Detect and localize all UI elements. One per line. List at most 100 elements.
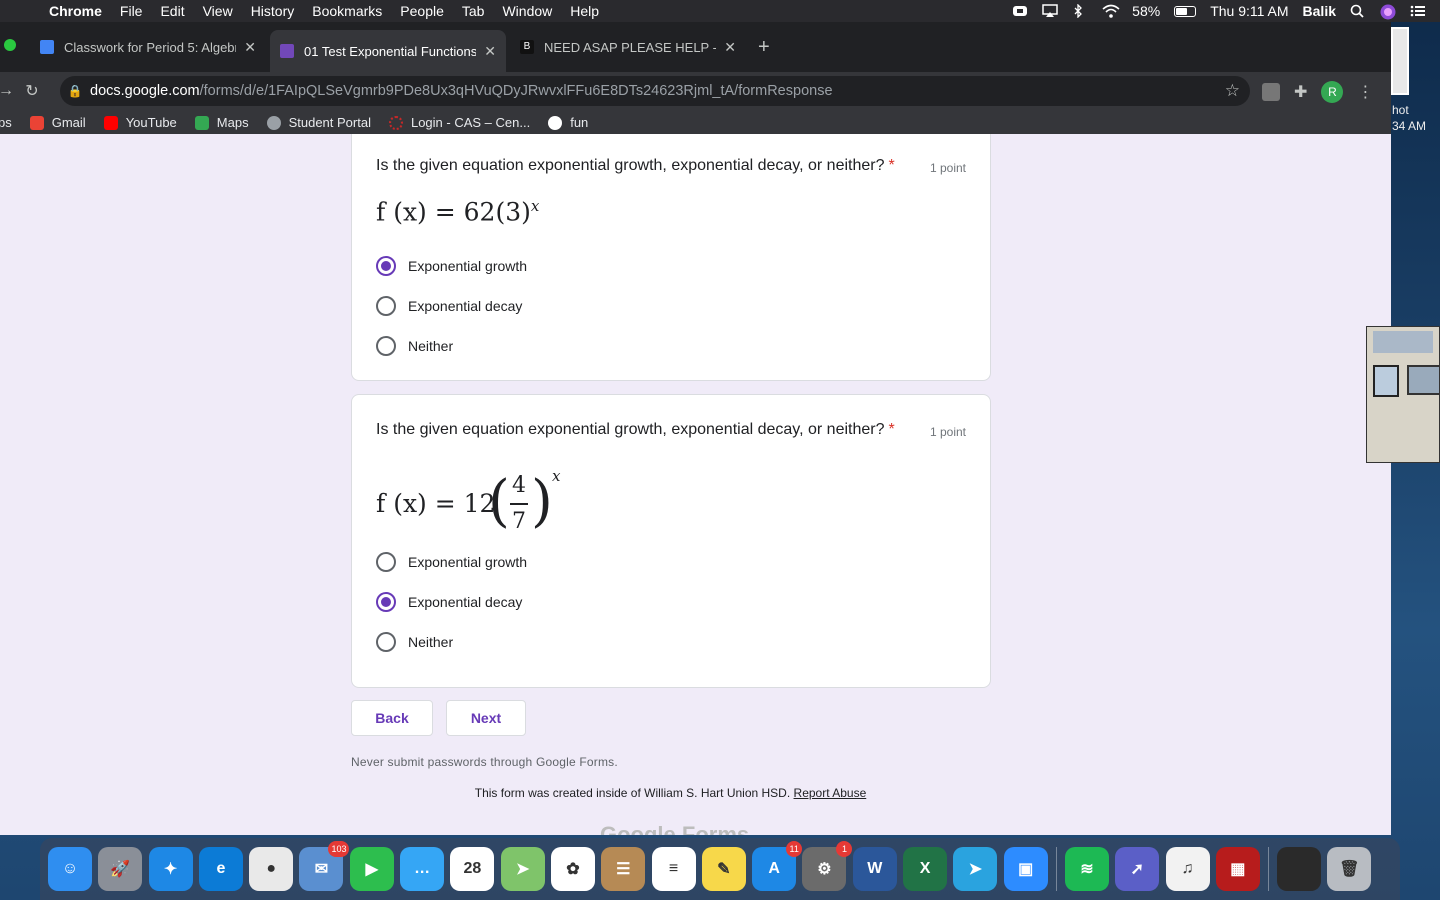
menu-file[interactable]: File xyxy=(111,3,152,19)
bookmark-youtube[interactable]: YouTube xyxy=(103,115,177,130)
dock-finder-icon[interactable]: ☺ xyxy=(48,847,92,891)
finder-glyph: ☺ xyxy=(61,860,79,877)
menu-people[interactable]: People xyxy=(391,3,453,19)
menu-window[interactable]: Window xyxy=(493,3,561,19)
menu-history[interactable]: History xyxy=(242,3,304,19)
window-zoom-button[interactable] xyxy=(4,39,16,51)
option-exponential-decay[interactable]: Exponential decay xyxy=(376,296,522,316)
reload-icon[interactable]: ↻ xyxy=(20,81,44,101)
bluetooth-icon[interactable] xyxy=(1072,3,1088,19)
dock-telegram-icon[interactable]: ➤ xyxy=(953,847,998,891)
dock-maps-icon[interactable]: ➤ xyxy=(500,847,545,891)
report-abuse-link[interactable]: Report Abuse xyxy=(794,786,867,800)
window-thumbnail[interactable] xyxy=(1391,27,1409,95)
dock-launchpad-icon[interactable]: 🚀 xyxy=(98,847,143,891)
dock-excel-icon[interactable]: X xyxy=(903,847,948,891)
next-button[interactable]: Next xyxy=(446,700,526,736)
menu-tab[interactable]: Tab xyxy=(453,3,494,19)
option-label: Neither xyxy=(408,634,454,650)
dock-chrome-icon[interactable]: ● xyxy=(249,847,294,891)
lock-icon[interactable]: 🔒 xyxy=(60,84,90,98)
desktop-file-label[interactable]: hot 34 AM xyxy=(1392,102,1426,134)
dock-notes-icon[interactable]: ✎ xyxy=(701,847,746,891)
dock-spotify-icon[interactable]: ≋ xyxy=(1064,847,1109,891)
siri-icon[interactable] xyxy=(1380,4,1396,20)
dock-contacts-icon[interactable]: ☰ xyxy=(601,847,646,891)
forward-arrow-icon[interactable]: → xyxy=(0,82,18,100)
dock-app-store-icon[interactable]: A 11 xyxy=(752,841,803,891)
menu-bookmarks[interactable]: Bookmarks xyxy=(303,3,391,19)
option-neither[interactable]: Neither xyxy=(376,336,453,356)
dock-photo-booth-icon[interactable]: ▦ xyxy=(1215,847,1260,891)
menu-app-name[interactable]: Chrome xyxy=(40,3,111,19)
dock-photos-icon[interactable]: ✿ xyxy=(550,847,595,891)
option-exponential-decay[interactable]: Exponential decay xyxy=(376,592,522,612)
back-button[interactable]: Back xyxy=(351,700,433,736)
close-icon[interactable]: ✕ xyxy=(244,39,256,56)
radio-button[interactable] xyxy=(376,552,396,572)
user-name[interactable]: Balik xyxy=(1303,3,1336,19)
menu-edit[interactable]: Edit xyxy=(151,3,193,19)
dock-downloads-icon[interactable] xyxy=(1277,847,1322,891)
bookmark-fun[interactable]: fun xyxy=(548,115,588,130)
close-icon[interactable]: ✕ xyxy=(724,39,736,56)
option-label: Neither xyxy=(408,338,454,354)
zoom-glyph: ▣ xyxy=(1018,861,1034,878)
radio-button-checked[interactable] xyxy=(376,256,396,276)
dock-separator xyxy=(1268,847,1270,891)
radio-button-checked[interactable] xyxy=(376,592,396,612)
video-preview[interactable] xyxy=(1366,326,1440,463)
safari-glyph: ✦ xyxy=(163,861,178,878)
menu-view[interactable]: View xyxy=(194,3,242,19)
dock-trash-icon[interactable]: 🗑 xyxy=(1327,847,1372,891)
close-icon[interactable]: ✕ xyxy=(484,43,496,60)
tab-brainly[interactable]: B NEED ASAP PLEASE HELP - Br ✕ xyxy=(510,33,746,61)
dock-music-icon[interactable]: ♫ xyxy=(1165,847,1210,891)
bookmark-apps[interactable]: ps xyxy=(0,115,12,130)
address-bar[interactable]: 🔒 docs.google.com /forms/d/e/1FAIpQLSeVg… xyxy=(60,76,1250,106)
menu-help[interactable]: Help xyxy=(561,3,608,19)
dock-edge-icon[interactable]: e xyxy=(198,847,243,891)
more-menu-icon[interactable]: ⋮ xyxy=(1357,82,1373,102)
airplay-icon[interactable] xyxy=(1042,4,1058,18)
notification-center-icon[interactable] xyxy=(1410,4,1426,18)
radio-button[interactable] xyxy=(376,296,396,316)
tab-classwork[interactable]: Classwork for Period 5: Algebr ✕ xyxy=(30,33,266,61)
dock-reminders-icon[interactable]: ≡ xyxy=(651,847,696,891)
camera-status-icon[interactable] xyxy=(1012,4,1028,18)
option-neither[interactable]: Neither xyxy=(376,632,453,652)
clock[interactable]: Thu 9:11 AM xyxy=(1210,3,1288,19)
extensions-puzzle-icon[interactable]: ✚ xyxy=(1294,82,1307,102)
battery-icon[interactable] xyxy=(1174,5,1197,17)
radio-button[interactable] xyxy=(376,632,396,652)
extension-icon[interactable] xyxy=(1262,83,1280,101)
dock-spark-icon[interactable]: ➚ xyxy=(1115,847,1160,891)
bookmark-maps[interactable]: Maps xyxy=(194,115,249,130)
dock-system-preferences-icon[interactable]: ⚙ 1 xyxy=(802,841,853,891)
option-exponential-growth[interactable]: Exponential growth xyxy=(376,256,527,276)
new-tab-plus-icon[interactable]: + xyxy=(758,36,770,59)
option-exponential-growth[interactable]: Exponential growth xyxy=(376,552,527,572)
dock-word-icon[interactable]: W xyxy=(852,847,897,891)
video-region xyxy=(1373,365,1399,397)
dock-calendar-icon[interactable]: 28 xyxy=(450,847,495,891)
bookmark-star-icon[interactable]: ☆ xyxy=(1225,81,1240,101)
bookmark-student-portal[interactable]: Student Portal xyxy=(266,115,371,130)
tab-exponential-test[interactable]: 01 Test Exponential Functions ✕ xyxy=(270,30,506,72)
bookmark-cas-login[interactable]: Login - CAS – Cen... xyxy=(388,115,530,130)
dock-zoom-icon[interactable]: ▣ xyxy=(1003,847,1048,891)
dock-safari-icon[interactable]: ✦ xyxy=(148,847,193,891)
menubar: Chrome File Edit View History Bookmarks … xyxy=(0,0,1440,22)
dock-mail-icon[interactable]: ✉ 103 xyxy=(299,841,350,891)
radio-button[interactable] xyxy=(376,336,396,356)
battery-percent[interactable]: 58% xyxy=(1132,3,1160,19)
right-paren: ) xyxy=(531,469,553,534)
bookmark-gmail[interactable]: Gmail xyxy=(29,115,86,130)
desktop-label-line: hot xyxy=(1392,103,1409,117)
bookmark-label: Gmail xyxy=(51,115,86,130)
dock-facetime-icon[interactable]: ▶ xyxy=(349,847,394,891)
spotlight-search-icon[interactable] xyxy=(1350,4,1366,18)
wifi-icon[interactable] xyxy=(1102,4,1120,18)
profile-avatar[interactable]: R xyxy=(1321,81,1344,103)
dock-messages-icon[interactable]: … xyxy=(400,847,445,891)
